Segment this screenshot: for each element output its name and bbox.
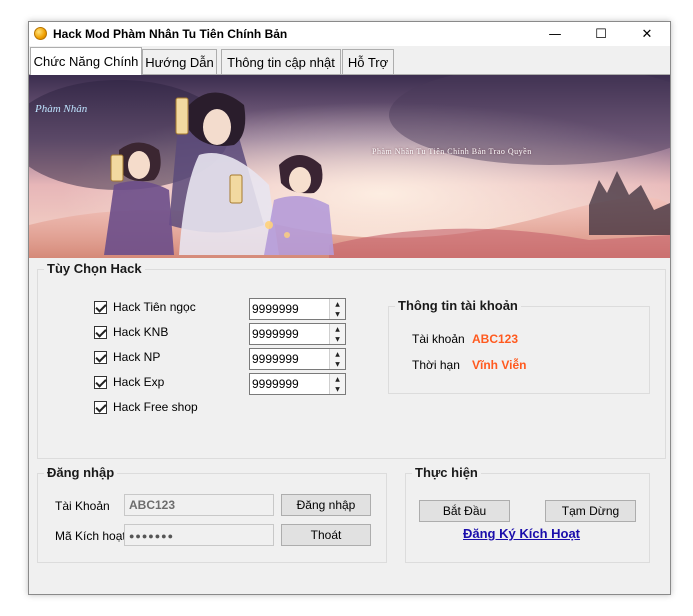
checkbox-label: Hack KNB [113, 325, 169, 339]
app-window: Hack Mod Phàm Nhân Tu Tiên Chính Bản — ☐… [28, 21, 671, 595]
login-button[interactable]: Đăng nhập [281, 494, 371, 516]
execute-title: Thực hiện [412, 465, 481, 480]
login-account-field[interactable]: ABC123 [124, 494, 274, 516]
checkbox-label: Hack Tiên ngọc [113, 300, 196, 314]
hack-exp-checkbox[interactable]: Hack Exp [94, 374, 164, 390]
maximize-icon: ☐ [595, 26, 607, 42]
checkbox-box[interactable] [94, 325, 107, 339]
activation-code-label: Mã Kích hoạt [55, 529, 126, 543]
np-amount-stepper[interactable]: 9999999 ▲ ▼ [249, 348, 346, 370]
stepper-down-icon[interactable]: ▼ [330, 384, 345, 394]
login-button-label: Đăng nhập [296, 498, 356, 512]
stepper-value[interactable]: 9999999 [252, 352, 299, 366]
tab-main-functions[interactable]: Chức Năng Chính [30, 47, 142, 75]
account-info-group: Thông tin tài khoản Tài khoản ABC123 Thờ… [388, 298, 650, 394]
window-title: Hack Mod Phàm Nhân Tu Tiên Chính Bản [53, 27, 288, 41]
login-account-value: ABC123 [129, 498, 176, 512]
hack-options-group: Tùy Chọn Hack Hack Tiên ngọc Hack KNB Ha… [37, 261, 666, 459]
expiry-value: Vĩnh Viễn [472, 358, 527, 372]
checkbox-label: Hack NP [113, 350, 161, 364]
close-icon: ✕ [641, 26, 653, 42]
start-button[interactable]: Bắt Đầu [419, 500, 510, 522]
tab-guide[interactable]: Hướng Dẫn [142, 49, 217, 74]
tab-update-info[interactable]: Thông tin cập nhật [221, 49, 341, 74]
stepper-buttons: ▲ ▼ [329, 349, 345, 369]
account-info-title: Thông tin tài khoản [395, 298, 521, 313]
account-value: ABC123 [472, 332, 519, 346]
login-title: Đăng nhập [44, 465, 118, 480]
login-group: Đăng nhập Tài Khoản ABC123 Đăng nhập Mã … [37, 465, 387, 563]
minimize-icon: — [548, 26, 562, 42]
banner-subtitle: Phàm Nhân Tu Tiên Chính Bản Trao Quyền [372, 147, 532, 156]
game-banner-image: Phàm Nhân Phàm Nhân Tu Tiên Chính Bản Tr… [29, 75, 670, 258]
activation-code-field[interactable]: ●●●●●●● [124, 524, 274, 546]
stepper-buttons: ▲ ▼ [329, 324, 345, 344]
hack-knb-checkbox[interactable]: Hack KNB [94, 324, 168, 340]
stepper-down-icon[interactable]: ▼ [330, 309, 345, 319]
close-button[interactable]: ✕ [624, 22, 670, 46]
checkbox-box[interactable] [94, 400, 107, 414]
checkbox-box[interactable] [94, 350, 107, 364]
tab-label: Hỗ Trợ [347, 54, 389, 70]
tab-label: Thông tin cập nhật [227, 54, 335, 70]
tab-support[interactable]: Hỗ Trợ [342, 49, 394, 74]
knb-amount-stepper[interactable]: 9999999 ▲ ▼ [249, 323, 346, 345]
activation-code-value: ●●●●●●● [129, 531, 175, 541]
execute-group: Thực hiện Bắt Đầu Tạm Dừng Đăng Ký Kích … [405, 465, 650, 563]
hack-np-checkbox[interactable]: Hack NP [94, 349, 160, 365]
hack-free-shop-checkbox[interactable]: Hack Free shop [94, 399, 198, 415]
checkbox-box[interactable] [94, 300, 107, 314]
tab-panel-main: Phàm Nhân Phàm Nhân Tu Tiên Chính Bản Tr… [29, 74, 670, 595]
pause-button[interactable]: Tạm Dừng [545, 500, 636, 522]
stepper-value[interactable]: 9999999 [252, 377, 299, 391]
hack-options-title: Tùy Chọn Hack [44, 261, 145, 276]
checkbox-label: Hack Free shop [113, 400, 198, 414]
login-account-label: Tài Khoản [55, 499, 110, 513]
exit-button[interactable]: Thoát [281, 524, 371, 546]
stepper-buttons: ▲ ▼ [329, 374, 345, 394]
tab-label: Hướng Dẫn [145, 54, 214, 70]
pause-button-label: Tạm Dừng [561, 504, 620, 518]
stepper-down-icon[interactable]: ▼ [330, 359, 345, 369]
title-bar[interactable]: Hack Mod Phàm Nhân Tu Tiên Chính Bản — ☐… [29, 22, 670, 46]
account-label: Tài khoản [412, 332, 465, 346]
svg-text:Phàm Nhân: Phàm Nhân [34, 103, 88, 115]
stepper-down-icon[interactable]: ▼ [330, 334, 345, 344]
stepper-value[interactable]: 9999999 [252, 302, 299, 316]
stepper-value[interactable]: 9999999 [252, 327, 299, 341]
hack-tien-ngoc-checkbox[interactable]: Hack Tiên ngọc [94, 299, 196, 315]
tien-ngoc-amount-stepper[interactable]: 9999999 ▲ ▼ [249, 298, 346, 320]
checkbox-box[interactable] [94, 375, 107, 389]
maximize-button[interactable]: ☐ [578, 22, 624, 46]
stepper-buttons: ▲ ▼ [329, 299, 345, 319]
app-icon [34, 27, 47, 40]
exp-amount-stepper[interactable]: 9999999 ▲ ▼ [249, 373, 346, 395]
exit-button-label: Thoát [310, 528, 342, 542]
expiry-label: Thời hạn [412, 358, 460, 372]
minimize-button[interactable]: — [532, 22, 578, 46]
checkbox-label: Hack Exp [113, 375, 165, 389]
register-activation-link[interactable]: Đăng Ký Kích Hoạt [463, 526, 580, 541]
tab-label: Chức Năng Chính [33, 54, 139, 69]
start-button-label: Bắt Đầu [442, 504, 487, 518]
